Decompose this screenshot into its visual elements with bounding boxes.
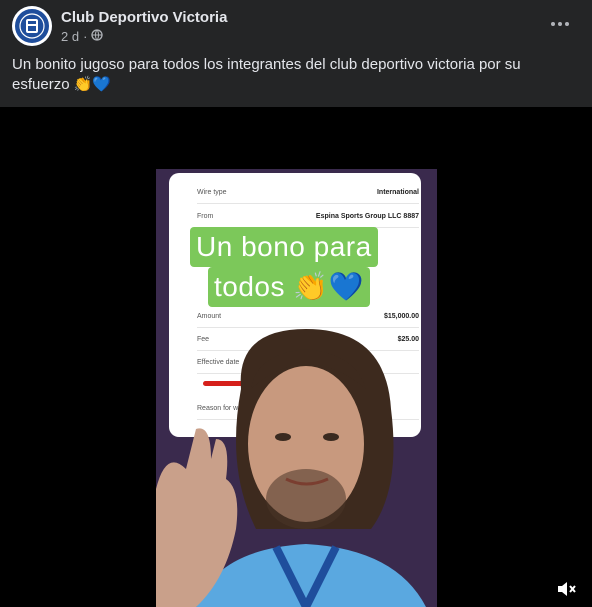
doc-row-label: Wire type (197, 188, 227, 196)
doc-row-value: International (376, 188, 419, 196)
post-header: Club Deportivo Victoria 2 d · (0, 0, 592, 52)
more-options-icon[interactable] (548, 12, 572, 36)
post-meta: 2 d · (61, 29, 104, 44)
video-player[interactable]: Wire type International From Espina Spor… (0, 107, 592, 607)
video-controls (0, 577, 592, 607)
page-name[interactable]: Club Deportivo Victoria (61, 9, 227, 26)
post-caption: Un bonito jugoso para todos los integran… (12, 56, 521, 93)
doc-row: Amount $15,000.00 (197, 305, 419, 328)
overlay-text-line1: Un bono para (190, 227, 378, 267)
post-time[interactable]: 2 d (61, 29, 79, 44)
volume-muted-icon[interactable] (556, 579, 578, 599)
video-frame: Wire type International From Espina Spor… (156, 169, 437, 607)
meta-separator: · (83, 29, 88, 44)
person-in-video (156, 329, 426, 607)
doc-row-value: Espina Sports Group LLC 8887 (315, 212, 419, 220)
overlay-text-line2: todos 👏💙 (208, 267, 371, 307)
doc-row-value: $15,000.00 (383, 312, 419, 320)
doc-row: Wire type International (197, 181, 419, 204)
page-avatar[interactable] (12, 6, 52, 46)
doc-row: From Espina Sports Group LLC 8887 (197, 205, 419, 228)
doc-row-label: Amount (197, 312, 222, 320)
globe-icon (91, 29, 104, 44)
doc-row-label: From (197, 212, 214, 220)
